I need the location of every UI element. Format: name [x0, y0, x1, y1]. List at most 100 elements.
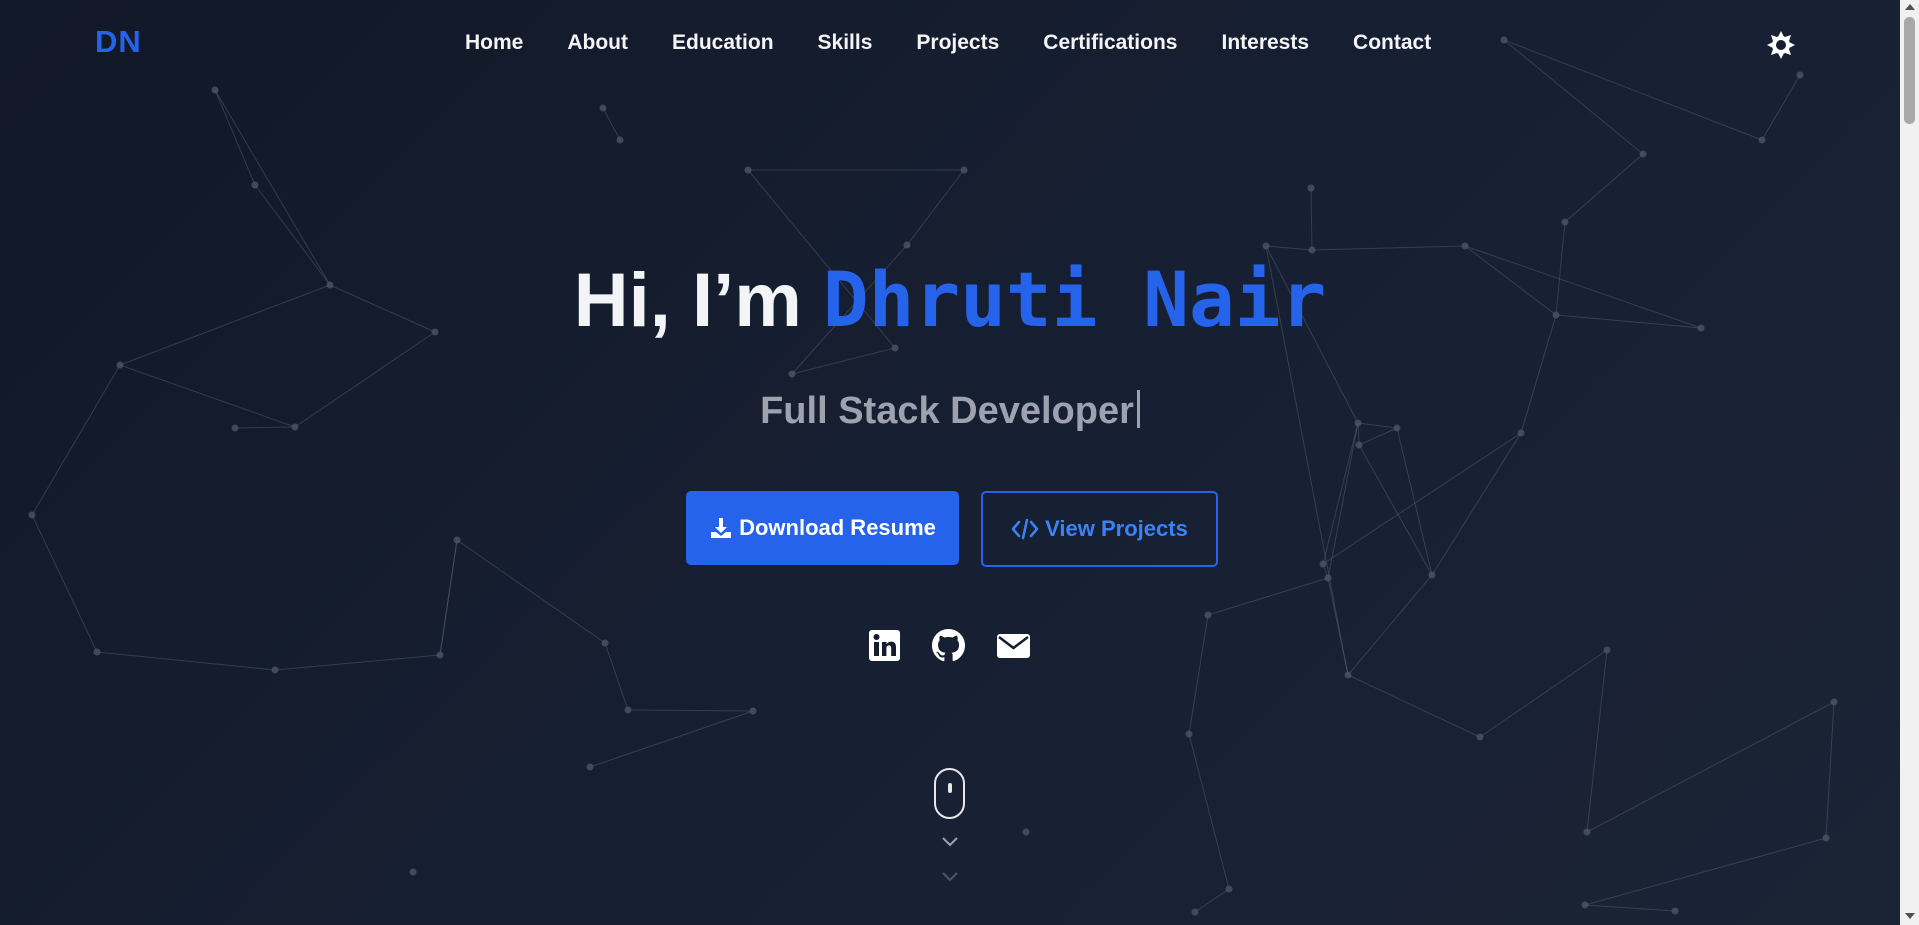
download-resume-label: Download Resume: [739, 515, 936, 540]
network-line: [1586, 701, 1835, 833]
nav-link-projects[interactable]: Projects: [916, 31, 999, 55]
code-icon: [1011, 518, 1039, 540]
nav-link-interests[interactable]: Interests: [1221, 31, 1309, 55]
network-line: [1327, 422, 1359, 579]
view-projects-button[interactable]: View Projects: [981, 491, 1218, 567]
social-links: [868, 629, 1030, 662]
github-icon: [932, 629, 965, 662]
nav-link-education[interactable]: Education: [672, 31, 774, 55]
network-line: [456, 539, 606, 644]
network-line: [1194, 888, 1230, 913]
network-line: [31, 514, 98, 653]
download-resume-button[interactable]: Download Resume: [686, 491, 959, 565]
network-line: [214, 89, 256, 186]
network-node: [1461, 242, 1469, 250]
network-node: [1308, 246, 1316, 254]
download-icon: [711, 518, 732, 538]
nav-link-skills[interactable]: Skills: [818, 31, 873, 55]
network-node: [1830, 698, 1838, 706]
network-line: [906, 169, 965, 246]
nav-link-certifications[interactable]: Certifications: [1043, 31, 1177, 55]
network-node: [744, 166, 752, 174]
navbar: DN Home About Education Skills Projects …: [0, 0, 1900, 90]
network-line: [1310, 187, 1313, 251]
email-link[interactable]: [996, 629, 1030, 662]
network-line: [1479, 649, 1608, 738]
network-line: [1311, 245, 1466, 251]
network-line: [1265, 245, 1313, 251]
network-line: [1396, 427, 1433, 576]
network-line: [604, 642, 629, 711]
network-node: [1476, 733, 1484, 741]
network-node: [28, 511, 36, 519]
network-node: [1583, 828, 1591, 836]
network-node: [599, 104, 607, 112]
nav-menu: Home About Education Skills Projects Cer…: [465, 31, 1431, 55]
network-line: [1188, 733, 1230, 890]
chevron-down-icon: [942, 872, 958, 882]
network-line: [96, 651, 276, 671]
page-scrollbar[interactable]: [1900, 0, 1919, 925]
network-line: [439, 539, 458, 656]
network-line: [1207, 577, 1329, 616]
network-node: [1581, 901, 1589, 909]
network-node: [1344, 671, 1352, 679]
typing-caret: [1136, 390, 1140, 428]
network-node: [891, 344, 899, 352]
network-node: [116, 361, 124, 369]
hero-heading: Hi, I’m Dhruti Nair: [0, 255, 1900, 344]
network-node: [1822, 834, 1830, 842]
scrollbar-thumb[interactable]: [1904, 17, 1915, 124]
hero-greeting: Hi, I’m: [573, 258, 802, 343]
network-node: [601, 639, 609, 647]
typed-role: Full Stack Developer: [760, 390, 1134, 432]
network-node: [251, 181, 259, 189]
network-node: [271, 666, 279, 674]
view-projects-label: View Projects: [1045, 516, 1188, 541]
nav-link-home[interactable]: Home: [465, 31, 523, 55]
network-node: [903, 241, 911, 249]
network-node: [1022, 828, 1030, 836]
network-line: [1322, 422, 1359, 565]
network-node: [1191, 908, 1199, 916]
network-line: [1564, 153, 1644, 223]
network-line: [1586, 649, 1608, 833]
nav-link-about[interactable]: About: [567, 31, 628, 55]
scroll-up-arrow-icon[interactable]: [1905, 4, 1915, 10]
hero-name: Dhruti Nair: [822, 255, 1327, 344]
linkedin-icon: [869, 630, 900, 661]
linkedin-link[interactable]: [868, 629, 901, 662]
network-node: [788, 370, 796, 378]
mouse-wheel: [948, 783, 952, 793]
network-node: [1319, 560, 1327, 568]
network-line: [1358, 444, 1433, 576]
network-node: [960, 166, 968, 174]
network-line: [791, 347, 896, 375]
network-line: [1347, 674, 1481, 738]
network-node: [1639, 150, 1647, 158]
envelope-icon: [997, 634, 1030, 658]
network-line: [274, 654, 441, 671]
sun-icon: [1767, 31, 1795, 59]
network-line: [1347, 574, 1433, 676]
network-line: [627, 709, 754, 712]
github-link[interactable]: [932, 629, 965, 662]
site-logo[interactable]: DN: [95, 24, 142, 60]
nav-link-contact[interactable]: Contact: [1353, 31, 1431, 55]
network-line: [1188, 614, 1209, 735]
scroll-down-arrow-icon[interactable]: [1905, 913, 1915, 919]
theme-toggle-button[interactable]: [1766, 30, 1796, 60]
network-node: [1324, 574, 1332, 582]
network-line: [31, 364, 121, 516]
network-node: [93, 648, 101, 656]
network-node: [1355, 441, 1363, 449]
network-node: [1758, 136, 1766, 144]
hero-subtitle: Full Stack Developer: [0, 390, 1900, 433]
network-node: [1262, 242, 1270, 250]
network-node: [409, 868, 417, 876]
network-node: [1561, 218, 1569, 226]
network-node: [1603, 646, 1611, 654]
scroll-mouse-icon[interactable]: [934, 768, 965, 819]
network-node: [453, 536, 461, 544]
network-node: [1671, 907, 1679, 915]
